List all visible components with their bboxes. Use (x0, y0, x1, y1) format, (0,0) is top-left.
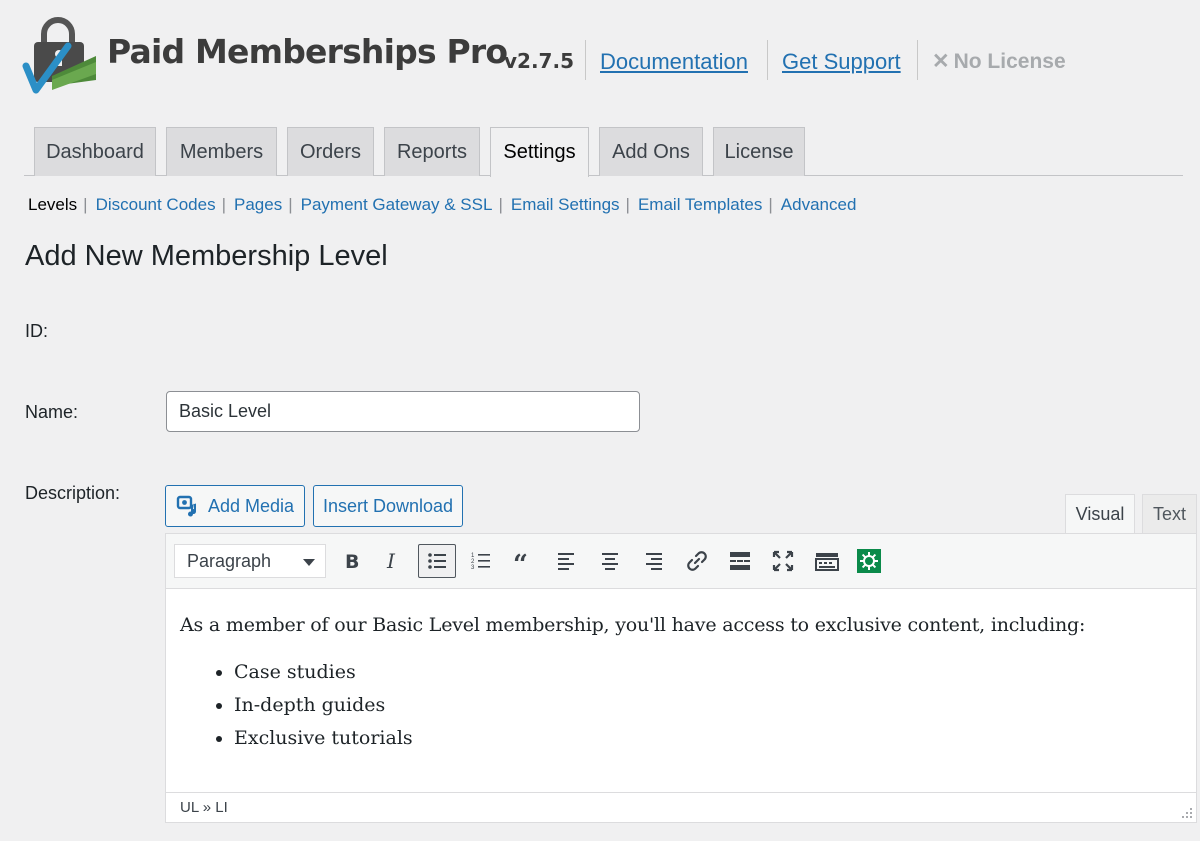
fullscreen-icon[interactable] (764, 544, 802, 578)
align-left-icon[interactable] (548, 544, 586, 578)
link-icon[interactable] (678, 544, 716, 578)
format-select[interactable]: Paragraph (174, 544, 326, 578)
tab-dashboard[interactable]: Dashboard (34, 127, 156, 176)
subnav-advanced[interactable]: Advanced (781, 195, 857, 214)
align-right-icon[interactable] (634, 544, 672, 578)
tab-visual[interactable]: Visual (1065, 494, 1135, 534)
subnav-levels[interactable]: Levels (28, 195, 77, 214)
subnav-payment-gateway[interactable]: Payment Gateway & SSL (301, 195, 493, 214)
svg-text:“: “ (513, 550, 528, 573)
chevron-down-icon (303, 559, 315, 566)
subnav-email-templates[interactable]: Email Templates (638, 195, 762, 214)
description-paragraph: As a member of our Basic Level membershi… (180, 614, 1086, 636)
tab-reports[interactable]: Reports (384, 127, 480, 176)
version-label: v2.7.5 (504, 49, 574, 73)
toolbar-toggle-icon[interactable] (808, 544, 846, 578)
italic-icon[interactable]: I (374, 544, 412, 578)
align-center-icon[interactable] (591, 544, 629, 578)
add-media-button[interactable]: Add Media (165, 485, 305, 527)
subnav-discount-codes[interactable]: Discount Codes (96, 195, 216, 214)
tab-add-ons[interactable]: Add Ons (599, 127, 703, 176)
read-more-icon[interactable] (721, 544, 759, 578)
description-label: Description: (25, 483, 121, 503)
editor-content[interactable]: As a member of our Basic Level membershi… (180, 614, 1085, 755)
main-tabs: Dashboard Members Orders Reports Setting… (24, 127, 1183, 177)
brand-name: Paid Memberships Pro (107, 32, 508, 71)
plugin-header: Paid Memberships Pro v2.7.5 Documentatio… (22, 14, 1182, 104)
close-icon: ✕ (932, 50, 950, 73)
header-divider (585, 40, 586, 80)
subnav-pages[interactable]: Pages (234, 195, 282, 214)
benefits-list: Case studies In-depth guides Exclusive t… (234, 656, 1085, 755)
editor-path: UL » LI (166, 792, 1196, 822)
svg-text:3: 3 (471, 565, 475, 571)
media-icon (176, 495, 196, 517)
numbered-list-icon[interactable]: 123 (462, 544, 500, 578)
tab-settings[interactable]: Settings (490, 127, 589, 177)
header-divider (767, 40, 768, 80)
editor-toolbar: Paragraph B I 123 “ (166, 534, 1196, 589)
subnav-email-settings[interactable]: Email Settings (511, 195, 620, 214)
pmpro-logo-icon (22, 17, 96, 94)
documentation-link[interactable]: Documentation (600, 49, 748, 75)
get-support-link[interactable]: Get Support (782, 49, 901, 75)
name-label: Name: (25, 402, 79, 422)
bold-icon[interactable]: B (332, 544, 370, 578)
license-status: ✕ No License (932, 50, 1066, 73)
plugin-gear-icon[interactable] (850, 544, 888, 578)
tab-orders[interactable]: Orders (287, 127, 374, 176)
svg-text:B: B (345, 551, 359, 573)
name-input[interactable] (166, 391, 640, 432)
list-item: Case studies (234, 656, 1085, 689)
tab-license[interactable]: License (713, 127, 805, 176)
id-label: ID: (25, 321, 49, 341)
resize-grip-icon[interactable] (1181, 807, 1193, 819)
settings-subnav: Levels | Discount Codes | Pages | Payment Gate… (28, 195, 857, 214)
insert-download-button[interactable]: Insert Download (313, 485, 463, 527)
tab-text[interactable]: Text (1142, 494, 1197, 534)
list-item: Exclusive tutorials (234, 722, 1085, 755)
tab-members[interactable]: Members (166, 127, 277, 176)
page-title: Add New Membership Level (25, 240, 388, 272)
bullet-list-icon[interactable] (418, 544, 456, 578)
list-item: In-depth guides (234, 689, 1085, 722)
header-divider (917, 40, 918, 80)
description-editor: Paragraph B I 123 “ As a member of our B… (165, 533, 1197, 823)
blockquote-icon[interactable]: “ (505, 544, 543, 578)
svg-text:I: I (386, 549, 396, 573)
